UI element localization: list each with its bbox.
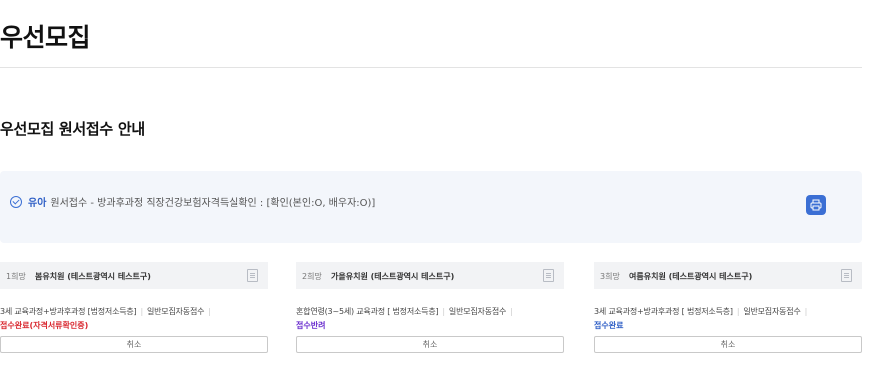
page-title: 우선모집 — [0, 23, 91, 52]
cancel-button[interactable]: 취소 — [296, 336, 564, 353]
separator: | — [736, 307, 740, 316]
info-text: 원서접수 - 방과후과정 직장건강보험자격득실확인 : [확인(본인:O, 배우… — [50, 198, 376, 209]
card-header: 3희망 여름유치원 (테스트광역시 테스트구) — [594, 262, 862, 289]
card-rank: 3희망 — [600, 272, 620, 281]
card-school: 가을유치원 (테스트광역시 테스트구) — [331, 272, 455, 281]
card-header: 2희망 가을유치원 (테스트광역시 테스트구) — [296, 262, 564, 289]
printer-icon — [810, 199, 822, 211]
document-icon[interactable] — [543, 269, 554, 282]
card-rank: 1희망 — [6, 272, 26, 281]
card-status: 접수완료(자격서류확인중) — [0, 321, 89, 330]
card-course: 3세 교육과정+방과후과정 [법정저소득층] — [0, 307, 137, 316]
info-line: 유아 원서접수 - 방과후과정 직장건강보험자격득실확인 : [확인(본인:O,… — [10, 194, 375, 209]
separator: | — [510, 307, 513, 316]
card-school: 여름유치원 (테스트광역시 테스트구) — [629, 272, 753, 281]
card-course-line: 3세 교육과정+방과후과정 [ 법정저소득층] | 일반모집자동접수 | — [594, 306, 862, 317]
card-status: 접수완료 — [594, 321, 624, 330]
cancel-button[interactable]: 취소 — [594, 336, 862, 353]
check-circle-icon — [10, 195, 22, 208]
card-status: 접수반려 — [296, 321, 326, 330]
card-rank: 2희망 — [302, 272, 322, 281]
separator: | — [140, 307, 143, 316]
document-icon[interactable] — [247, 269, 258, 282]
card-course: 혼합연령(3~5세) 교육과정 [ 법정저소득층] — [296, 307, 439, 316]
section-title: 우선모집 원서접수 안내 — [0, 120, 145, 138]
application-card-2: 2희망 가을유치원 (테스트광역시 테스트구) 혼합연령(3~5세) 교육과정 … — [296, 262, 564, 353]
application-card-1: 1희망 봄유치원 (테스트광역시 테스트구) 3세 교육과정+방과후과정 [법정… — [0, 262, 268, 353]
card-course: 3세 교육과정+방과후과정 [ 법정저소득층] — [594, 307, 733, 316]
child-name: 유아 — [28, 198, 47, 209]
card-course-line: 혼합연령(3~5세) 교육과정 [ 법정저소득층] | 일반모집자동접수 | — [296, 306, 564, 317]
card-school: 봄유치원 (테스트광역시 테스트구) — [35, 272, 151, 281]
card-type: 일반모집자동접수 — [743, 307, 801, 316]
card-type: 일반모집자동접수 — [146, 307, 205, 316]
print-button[interactable] — [806, 195, 826, 215]
document-icon[interactable] — [841, 269, 852, 282]
card-header: 1희망 봄유치원 (테스트광역시 테스트구) — [0, 262, 268, 289]
application-card-3: 3희망 여름유치원 (테스트광역시 테스트구) 3세 교육과정+방과후과정 [ … — [594, 262, 862, 353]
separator: | — [208, 307, 211, 316]
cancel-button[interactable]: 취소 — [0, 336, 268, 353]
card-type: 일반모집자동접수 — [448, 307, 507, 316]
separator: | — [442, 307, 445, 316]
info-box: 유아 원서접수 - 방과후과정 직장건강보험자격득실확인 : [확인(본인:O,… — [0, 171, 862, 243]
card-course-line: 3세 교육과정+방과후과정 [법정저소득층] | 일반모집자동접수 | — [0, 306, 268, 317]
separator: | — [804, 307, 808, 316]
title-divider — [0, 67, 862, 68]
